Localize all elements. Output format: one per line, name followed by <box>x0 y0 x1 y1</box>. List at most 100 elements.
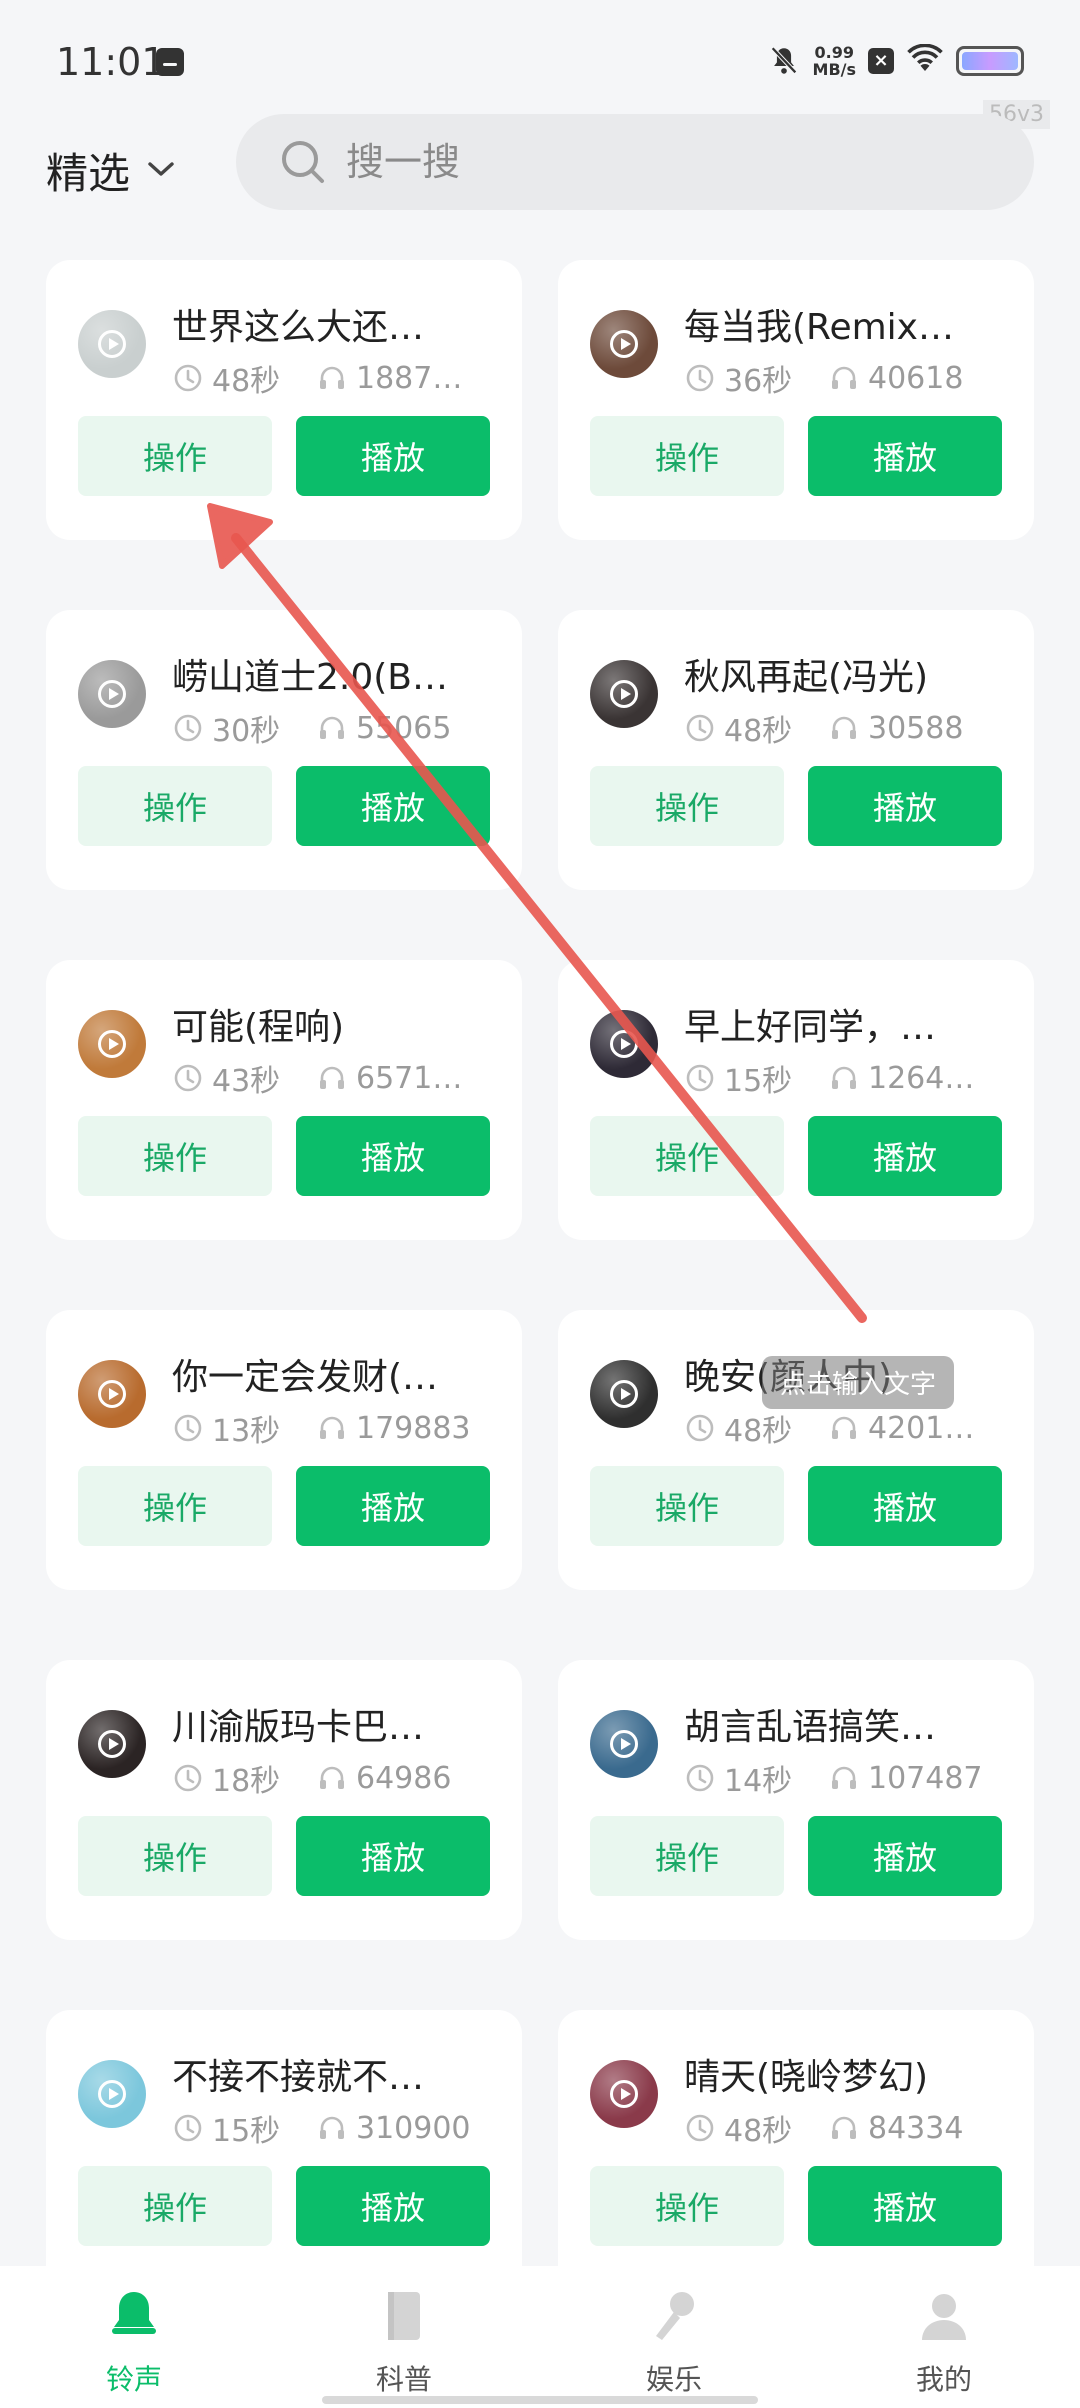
ringtone-cover[interactable] <box>590 1710 658 1778</box>
ringtone-cover[interactable] <box>78 310 146 378</box>
text-input-hint[interactable]: 点击输入文字 <box>762 1356 955 1409</box>
nav-item-entertainment[interactable]: 娱乐 <box>574 2266 774 2408</box>
search-input[interactable] <box>346 140 946 184</box>
play-button[interactable]: 播放 <box>808 1816 1002 1896</box>
ringtone-cover[interactable] <box>590 310 658 378</box>
ringtone-title[interactable]: 不接不接就不… <box>172 2048 482 2100</box>
ringtone-title[interactable]: 每当我(Remix… <box>684 298 994 350</box>
headphones-icon <box>832 1066 856 1089</box>
ringtone-meta: 48秒 30588 <box>684 706 984 750</box>
ringtone-duration: 14秒 <box>724 1764 793 1799</box>
operate-button[interactable]: 操作 <box>78 2166 272 2246</box>
clock-icon <box>686 1064 714 1092</box>
wifi-icon <box>906 43 944 78</box>
ringtone-meta: 13秒 179883 <box>172 1406 472 1450</box>
operate-button[interactable]: 操作 <box>78 1816 272 1896</box>
operate-button[interactable]: 操作 <box>590 1466 784 1546</box>
ringtone-meta: 15秒 1264… <box>684 1056 984 1100</box>
ringtone-title[interactable]: 世界这么大还… <box>172 298 482 350</box>
battery-icon <box>956 46 1024 76</box>
clock-icon <box>686 714 714 742</box>
ringtone-duration: 48秒 <box>724 1414 793 1449</box>
play-circle-icon <box>610 1380 638 1408</box>
status-icons: 0.99 MB/s × <box>767 43 1024 79</box>
play-button[interactable]: 播放 <box>808 416 1002 496</box>
ringtone-title[interactable]: 可能(程响) <box>172 998 482 1050</box>
operate-button[interactable]: 操作 <box>590 1816 784 1896</box>
ringtone-card: 胡言乱语搞笑… 14秒 107487 操作 播放 <box>558 1660 1034 1940</box>
clock-icon <box>686 1414 714 1442</box>
play-circle-icon <box>98 680 126 708</box>
ringtone-title[interactable]: 晴天(晓岭梦幻) <box>684 2048 994 2100</box>
ringtone-card: 崂山道士2.0(B… 30秒 55065 操作 播放 <box>46 610 522 890</box>
ringtone-meta: 48秒 84334 <box>684 2106 984 2150</box>
ringtone-cover[interactable] <box>78 1710 146 1778</box>
ringtone-title[interactable]: 崂山道士2.0(B… <box>172 648 482 700</box>
operate-button[interactable]: 操作 <box>590 1116 784 1196</box>
ringtone-meta: 48秒 4201… <box>684 1406 984 1450</box>
ringtone-cover[interactable] <box>590 660 658 728</box>
play-circle-icon <box>610 1730 638 1758</box>
play-circle-icon <box>98 2080 126 2108</box>
ringtone-title[interactable]: 你一定会发财(… <box>172 1348 482 1400</box>
ringtone-meta: 36秒 40618 <box>684 356 984 400</box>
ringtone-duration: 30秒 <box>212 714 281 749</box>
clock-icon <box>174 1414 202 1442</box>
play-button[interactable]: 播放 <box>296 766 490 846</box>
play-button[interactable]: 播放 <box>808 1466 1002 1546</box>
headphones-icon <box>832 716 856 739</box>
network-speed-unit: MB/s <box>812 60 856 79</box>
operate-button[interactable]: 操作 <box>78 1116 272 1196</box>
play-circle-icon <box>610 680 638 708</box>
play-button[interactable]: 播放 <box>296 1816 490 1896</box>
play-circle-icon <box>610 1030 638 1058</box>
operate-button[interactable]: 操作 <box>590 416 784 496</box>
headphones-icon <box>832 1416 856 1439</box>
ringtone-play-count: 6571… <box>356 1060 463 1096</box>
ringtone-cover[interactable] <box>590 1010 658 1078</box>
ringtone-cover[interactable] <box>78 1360 146 1428</box>
clock-icon <box>174 364 202 392</box>
play-button[interactable]: 播放 <box>808 2166 1002 2246</box>
ringtone-card: 川渝版玛卡巴… 18秒 64986 操作 播放 <box>46 1660 522 1940</box>
category-filter-dropdown[interactable]: 精选 <box>46 140 176 201</box>
operate-button[interactable]: 操作 <box>78 416 272 496</box>
operate-button[interactable]: 操作 <box>590 766 784 846</box>
ringtone-duration: 43秒 <box>212 1064 281 1099</box>
nav-item-profile[interactable]: 我的 <box>844 2266 1044 2408</box>
operate-button[interactable]: 操作 <box>78 1466 272 1546</box>
ringtone-cover[interactable] <box>78 660 146 728</box>
ringtone-meta: 14秒 107487 <box>684 1756 984 1800</box>
ringtone-duration: 36秒 <box>724 364 793 399</box>
ringtone-duration: 48秒 <box>212 364 281 399</box>
play-button[interactable]: 播放 <box>296 1116 490 1196</box>
play-button[interactable]: 播放 <box>808 1116 1002 1196</box>
headphones-icon <box>832 366 856 389</box>
status-time: 11:01 <box>56 40 166 84</box>
play-circle-icon <box>610 330 638 358</box>
ringtone-cover[interactable] <box>78 1010 146 1078</box>
headphones-icon <box>320 366 344 389</box>
search-bar[interactable] <box>236 114 1034 210</box>
ringtone-title[interactable]: 秋风再起(冯光) <box>684 648 994 700</box>
play-button[interactable]: 播放 <box>808 766 1002 846</box>
play-button[interactable]: 播放 <box>296 1466 490 1546</box>
ringtone-cover[interactable] <box>590 2060 658 2128</box>
clock-icon <box>174 714 202 742</box>
play-button[interactable]: 播放 <box>296 2166 490 2246</box>
ringtone-title[interactable]: 川渝版玛卡巴… <box>172 1698 482 1750</box>
play-button[interactable]: 播放 <box>296 416 490 496</box>
play-circle-icon <box>610 2080 638 2108</box>
nav-item-science[interactable]: 科普 <box>304 2266 504 2408</box>
ringtone-play-count: 1264… <box>868 1060 975 1096</box>
nav-item-ringtones[interactable]: 铃声 <box>34 2266 234 2408</box>
play-circle-icon <box>98 1730 126 1758</box>
ringtone-cover[interactable] <box>78 2060 146 2128</box>
operate-button[interactable]: 操作 <box>78 766 272 846</box>
ringtone-cover[interactable] <box>590 1360 658 1428</box>
ringtone-play-count: 64986 <box>356 1760 452 1796</box>
play-circle-icon <box>98 1380 126 1408</box>
ringtone-title[interactable]: 胡言乱语搞笑… <box>684 1698 994 1750</box>
operate-button[interactable]: 操作 <box>590 2166 784 2246</box>
ringtone-title[interactable]: 早上好同学，… <box>684 998 994 1050</box>
